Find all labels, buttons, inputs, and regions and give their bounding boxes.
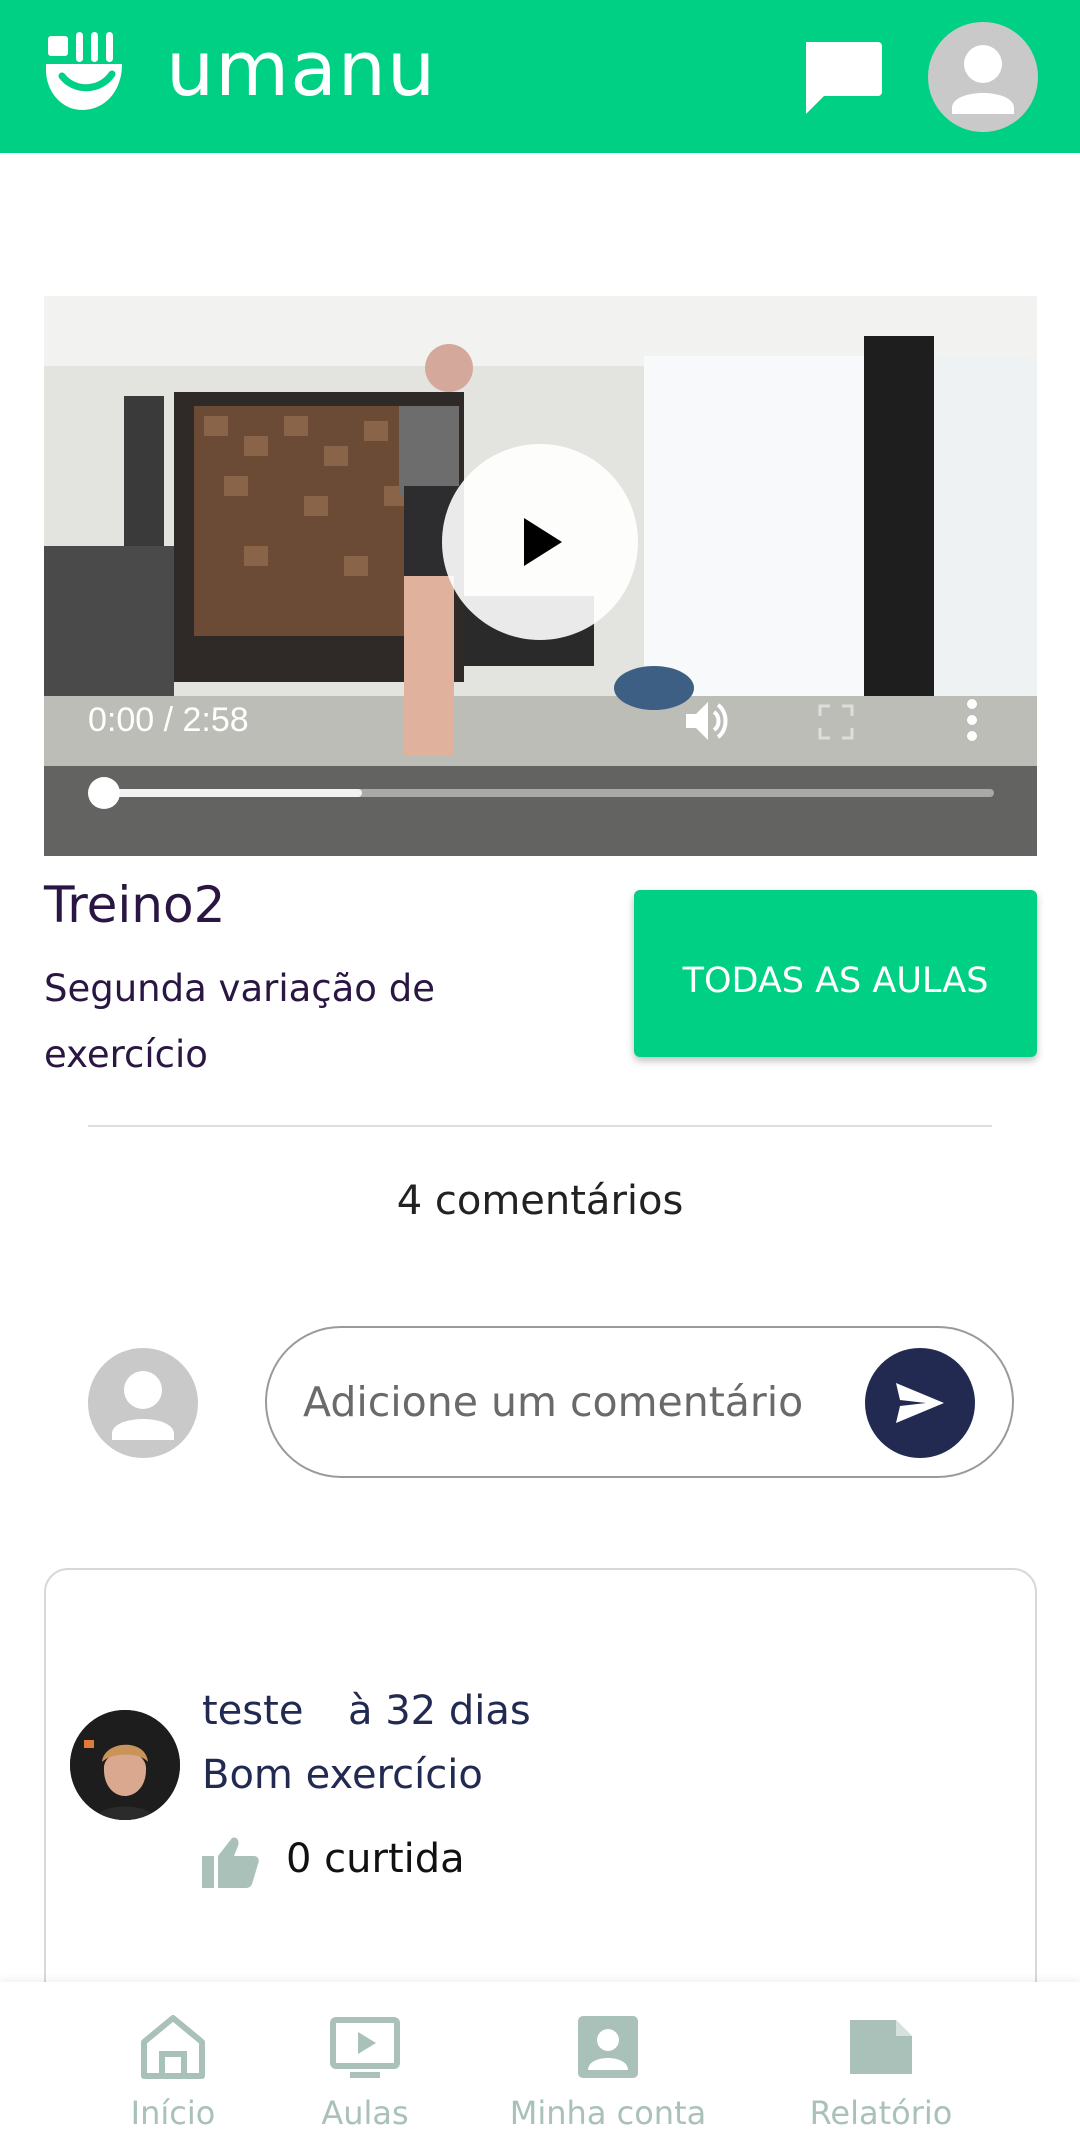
comment-time: à 32 dias (348, 1688, 531, 1734)
account-icon (578, 2016, 638, 2078)
nav-item-inicio[interactable]: Início (110, 1982, 236, 2150)
lesson-subtitle: Segunda variação de exercício (44, 967, 435, 1076)
video-progress-bar[interactable] (88, 777, 994, 809)
brand-name: umanu (166, 24, 437, 113)
bottom-navigation: Início Aulas Minha conta Relatório (0, 1982, 1080, 2150)
play-icon (524, 518, 562, 566)
comments-count: 4 comentários (396, 1178, 684, 1224)
progress-thumb[interactable] (88, 777, 120, 809)
nav-item-minha-conta[interactable]: Minha conta (508, 1982, 708, 2150)
send-comment-button[interactable] (865, 1348, 975, 1458)
report-icon (850, 2020, 912, 2074)
user-avatar-icon[interactable] (928, 22, 1038, 132)
buffered-bar (104, 789, 363, 797)
like-count: 0 curtida (286, 1836, 465, 1882)
nav-item-relatorio[interactable]: Relatório (800, 1982, 962, 2150)
nav-label: Início (130, 2094, 216, 2132)
comment-input-container (265, 1326, 1014, 1478)
volume-icon[interactable] (682, 696, 732, 746)
comment-text: Bom exercício (202, 1752, 483, 1798)
umanu-logo-icon[interactable] (44, 30, 126, 112)
nav-label: Relatório (809, 2094, 953, 2132)
nav-label: Aulas (321, 2094, 409, 2132)
nav-label: Minha conta (509, 2094, 707, 2132)
home-icon (141, 2015, 205, 2079)
top-app-bar: umanu (0, 0, 1080, 153)
comment-input[interactable] (303, 1364, 843, 1440)
lesson-title: Treino2 (44, 876, 226, 934)
user-avatar-placeholder-icon (112, 1371, 174, 1440)
play-button[interactable] (442, 444, 638, 640)
chat-icon[interactable] (800, 38, 884, 118)
send-icon (896, 1383, 944, 1423)
like-icon[interactable] (202, 1836, 260, 1888)
video-player[interactable]: 0:00 / 2:58 (44, 296, 1037, 856)
video-lessons-icon (330, 2017, 400, 2078)
current-user-avatar (88, 1348, 198, 1458)
commenter-avatar (70, 1710, 180, 1820)
comment-author: teste (202, 1688, 304, 1734)
fullscreen-icon[interactable] (818, 704, 854, 740)
more-vertical-icon[interactable] (964, 696, 980, 744)
divider (88, 1125, 992, 1127)
nav-item-aulas[interactable]: Aulas (300, 1982, 430, 2150)
video-time: 0:00 / 2:58 (88, 701, 249, 739)
all-lessons-button[interactable]: TODAS AS AULAS (634, 890, 1037, 1057)
